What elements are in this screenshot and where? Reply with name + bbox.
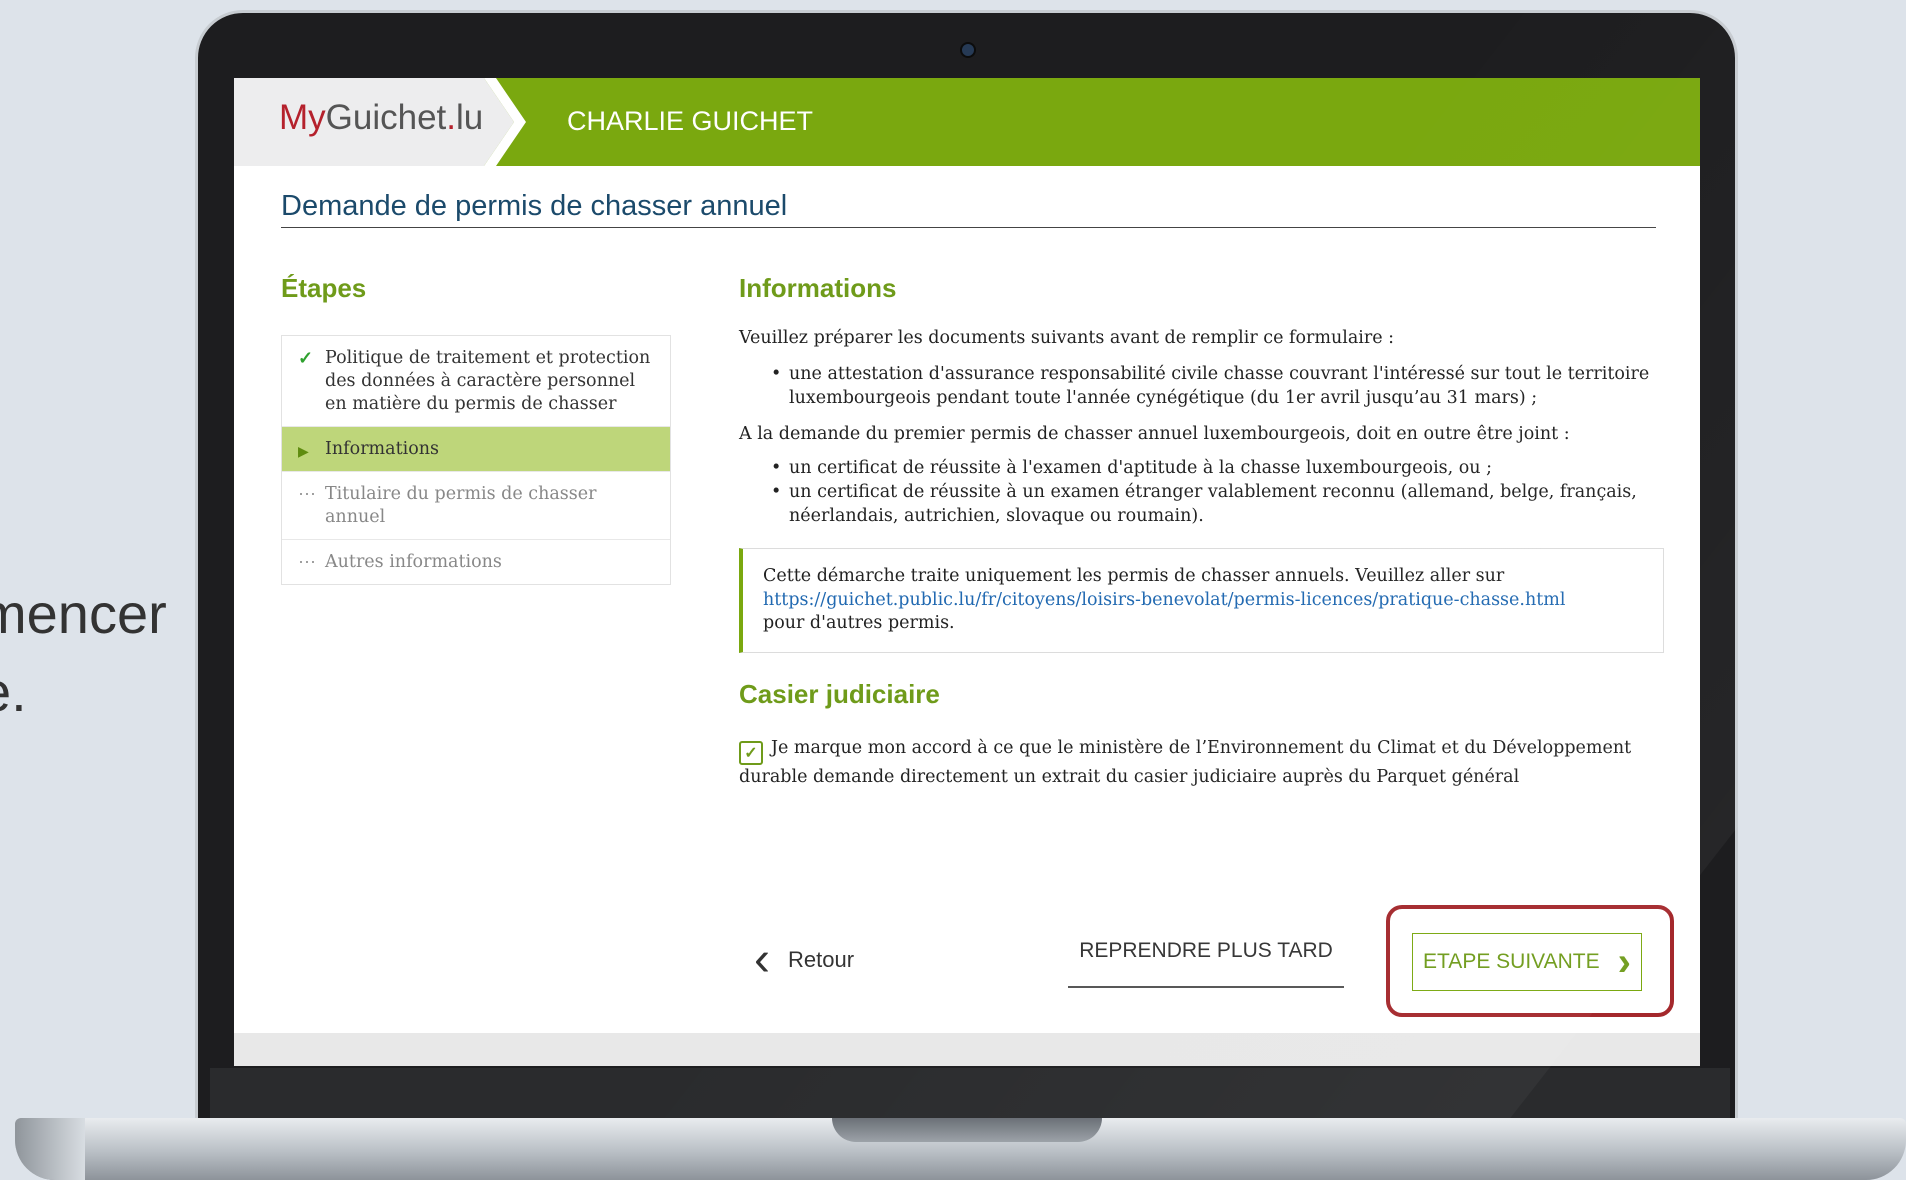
step-item-other: ⋯ Autres informations (282, 540, 670, 584)
myguichet-logo[interactable]: MyGuichet.lu (279, 98, 483, 138)
next-label: ETAPE SUIVANTE (1423, 950, 1600, 973)
casier-heading: Casier judiciaire (739, 678, 940, 709)
steps-list: ✓ Politique de traitement et protection … (281, 335, 671, 585)
step-label: Titulaire du permis de chasser annuel (325, 484, 597, 527)
intro-text: Veuillez préparer les documents suivants… (739, 328, 1395, 348)
informations-heading: Informations (739, 273, 897, 303)
browser-screen: MyGuichet.lu CHARLIE GUICHET Demande de … (234, 78, 1700, 1066)
laptop-notch (832, 1118, 1102, 1142)
list-item: un certificat de réussite à un examen ét… (771, 480, 1664, 528)
step-label: Politique de traitement et protection de… (325, 348, 651, 414)
step-label: Informations (325, 439, 440, 459)
consent-row: ✓ Je marque mon accord à ce que le minist… (739, 736, 1664, 790)
ellipsis-icon: ⋯ (298, 484, 316, 505)
main-content: Informations Veuillez préparer les docum… (739, 273, 1664, 790)
notice-text-end: pour d'autres permis. (763, 613, 955, 633)
check-icon: ✓ (298, 348, 314, 369)
step-item-holder: ⋯ Titulaire du permis de chasser annuel (282, 472, 670, 540)
caption-line-2: e. (0, 660, 27, 723)
next-step-button[interactable]: ETAPE SUIVANTE › (1412, 933, 1642, 991)
notice-link[interactable]: https://guichet.public.lu/fr/citoyens/lo… (763, 590, 1565, 610)
additional-documents-list: un certificat de réussite à l'examen d'a… (739, 456, 1664, 528)
page-title: Demande de permis de chasser annuel (281, 190, 1656, 228)
site-header: MyGuichet.lu CHARLIE GUICHET (234, 78, 1700, 166)
background-caption: mencer e. (0, 575, 167, 731)
camera-icon (960, 42, 976, 58)
intro2-text: A la demande du premier permis de chasse… (739, 424, 1570, 444)
notice-text: Cette démarche traite uniquement les per… (763, 566, 1505, 586)
notice-box: Cette démarche traite uniquement les per… (739, 548, 1664, 653)
chevron-left-icon: ‹ (754, 933, 770, 986)
user-name[interactable]: CHARLIE GUICHET (567, 106, 813, 137)
step-item-informations[interactable]: ▶ Informations (282, 427, 670, 472)
laptop-bezel-bottom (210, 1068, 1730, 1118)
step-item-privacy[interactable]: ✓ Politique de traitement et protection … (282, 336, 670, 427)
back-button[interactable]: ‹ Retour (754, 933, 855, 986)
required-documents-list: une attestation d'assurance responsabili… (739, 362, 1664, 410)
list-item: un certificat de réussite à l'examen d'a… (771, 456, 1664, 480)
triangle-right-icon: ▶ (298, 444, 309, 460)
step-label: Autres informations (325, 552, 502, 572)
consent-text: Je marque mon accord à ce que le ministè… (739, 737, 1632, 787)
ellipsis-icon: ⋯ (298, 552, 316, 573)
steps-heading: Étapes (281, 273, 367, 303)
resume-later-button[interactable]: REPRENDRE PLUS TARD (1068, 926, 1344, 988)
laptop-base-edge (15, 1118, 85, 1180)
chevron-right-icon: › (1617, 939, 1631, 984)
list-item: une attestation d'assurance responsabili… (771, 362, 1664, 410)
page-footer (234, 1033, 1700, 1066)
consent-checkbox[interactable]: ✓ (739, 740, 763, 765)
caption-line-1: mencer (0, 582, 167, 645)
back-label: Retour (787, 947, 855, 972)
